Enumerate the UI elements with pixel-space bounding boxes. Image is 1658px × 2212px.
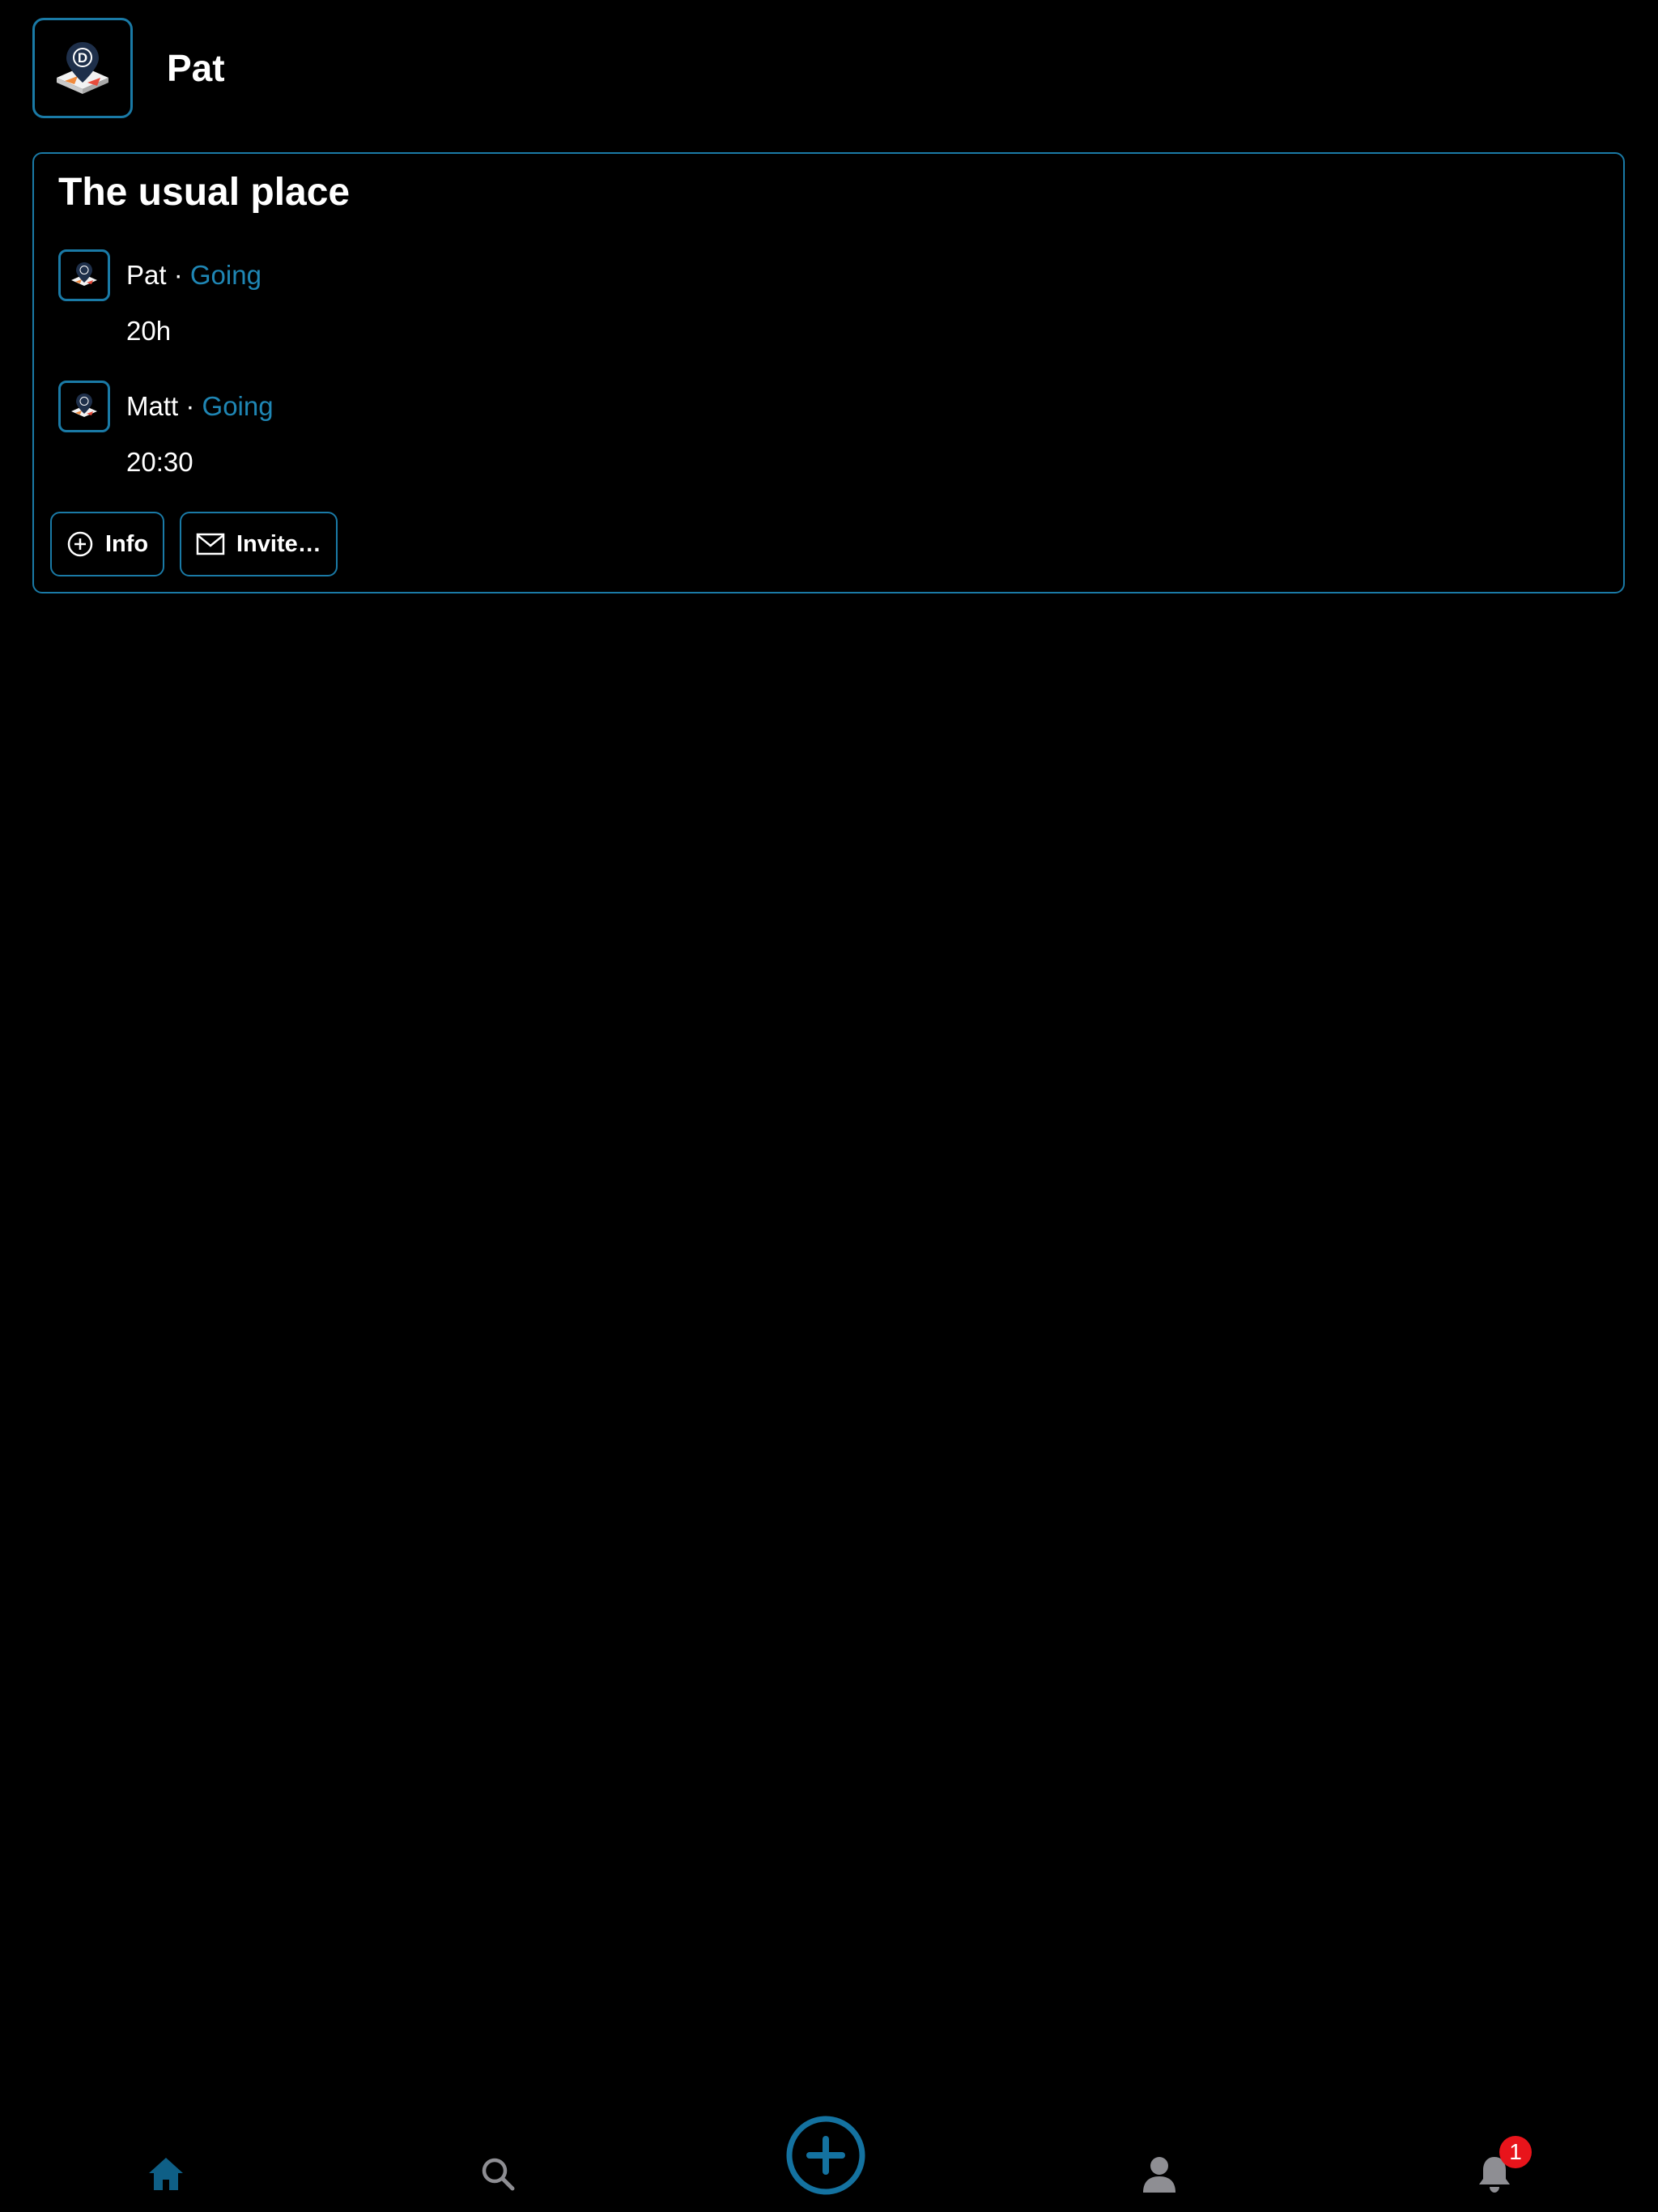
envelope-icon	[196, 532, 225, 556]
search-icon	[482, 2158, 515, 2191]
info-button-label: Info	[105, 530, 149, 557]
invite-button-label: Invite…	[236, 530, 321, 557]
nav-home-button[interactable]	[144, 2152, 188, 2196]
nav-search-button[interactable]	[478, 2154, 518, 2194]
attendee-status: Going	[202, 391, 274, 421]
nav-notifications-button[interactable]: 1	[1475, 2136, 1532, 2194]
info-button[interactable]: Info	[50, 512, 165, 576]
nav-add-button[interactable]	[785, 2115, 866, 2196]
header: D Pat	[32, 16, 225, 120]
profile-icon	[1143, 2157, 1175, 2193]
attendee-row: Pat · Going	[58, 249, 261, 301]
attendee-name: Matt	[126, 391, 179, 421]
attendee-time: 20h	[126, 316, 172, 346]
map-pin-logo-icon	[71, 393, 97, 417]
separator-dot: ·	[173, 260, 183, 290]
header-user-name: Pat	[167, 47, 225, 89]
svg-text:D: D	[78, 50, 87, 66]
event-title: The usual place	[58, 171, 351, 214]
attendee-status: Going	[189, 260, 261, 290]
attendee-name: Pat	[126, 260, 167, 290]
bottom-nav-bar: 1	[0, 2105, 1658, 2212]
home-icon	[149, 2158, 183, 2190]
plus-circle-icon	[66, 530, 94, 558]
attendee-row: Matt · Going	[58, 381, 274, 432]
user-avatar[interactable]: D	[32, 18, 133, 118]
notification-badge: 1	[1499, 2136, 1532, 2168]
map-pin-logo-icon	[71, 262, 97, 286]
separator-dot: ·	[185, 391, 195, 421]
attendee-line: Pat · Going	[126, 260, 261, 291]
attendee-time: 20:30	[126, 447, 193, 477]
invite-button[interactable]: Invite…	[180, 512, 338, 576]
map-pin-logo-icon: D	[57, 42, 108, 94]
attendee-line: Matt · Going	[126, 391, 274, 422]
nav-profile-button[interactable]	[1140, 2154, 1179, 2194]
add-circle-icon	[786, 2116, 865, 2195]
attendee-avatar[interactable]	[58, 381, 110, 432]
attendee-avatar[interactable]	[58, 249, 110, 301]
event-card: The usual place Pat · Going 20h Matt · G…	[32, 152, 1625, 593]
